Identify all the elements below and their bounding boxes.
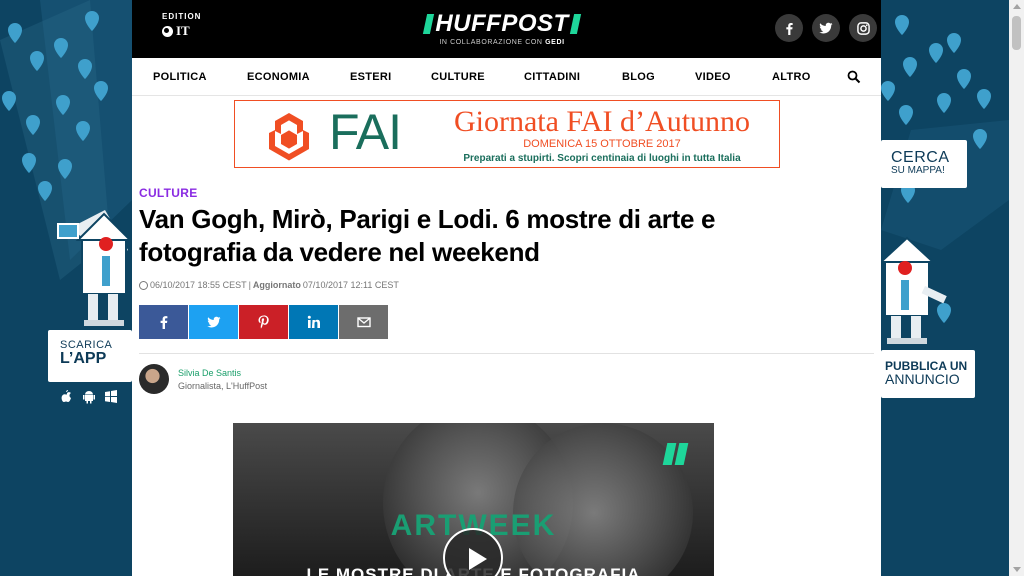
windows-icon[interactable]	[104, 390, 118, 404]
author-role: Giornalista, L'HuffPost	[178, 380, 268, 391]
meta-separator: |	[248, 280, 251, 290]
article-headline: Van Gogh, Mirò, Parigi e Lodi. 6 mostre …	[139, 204, 716, 267]
section-kicker[interactable]: CULTURE	[139, 186, 198, 200]
download-app-badge[interactable]: SCARICA L’APP	[48, 330, 132, 382]
article-meta: 06/10/2017 18:55 CEST | Aggiornato 07/10…	[139, 280, 399, 290]
left-skin-ad[interactable]: SCARICA L’APP	[0, 0, 132, 576]
video-player[interactable]: ARTWEEK LE MOSTRE DI ARTE E FOTOGRAFIA	[233, 423, 714, 576]
share-twitter-button[interactable]	[189, 305, 238, 339]
right-skin-ad[interactable]: CERCA SU MAPPA! PUBBLICA UN ANNUNCIO	[881, 0, 1009, 576]
search-map-line2: SU MAPPA!	[891, 165, 945, 176]
article-divider	[139, 353, 874, 354]
os-icons	[60, 390, 118, 404]
huffpost-logo[interactable]: HUFFPOST IN COLLABORAZIONE CON GEDI	[409, 10, 595, 46]
apple-icon[interactable]	[60, 390, 74, 404]
nav-item-blog[interactable]: BLOG	[622, 71, 695, 83]
fai-logo-icon	[269, 113, 309, 161]
right-skin-background	[881, 15, 1009, 344]
edition-selector[interactable]: EDITION IT	[162, 12, 201, 39]
search-map-badge[interactable]: CERCA SU MAPPA!	[881, 140, 967, 188]
logo-bar-right	[569, 14, 581, 34]
published-date: 06/10/2017 18:55 CEST	[150, 280, 247, 290]
author-avatar[interactable]	[139, 364, 169, 394]
edition-code: IT	[176, 23, 190, 38]
ad-date: DOMENICA 15 OTTOBRE 2017	[523, 138, 681, 150]
publish-ad-line2: ANNUNCIO	[885, 371, 960, 387]
globe-icon	[162, 25, 173, 37]
logo-text: HUFFPOST	[435, 10, 569, 37]
updated-label: Aggiornato	[252, 280, 301, 290]
robot-illustration-right	[881, 236, 947, 344]
logo-bar-left	[423, 14, 435, 34]
logo-subtitle-prefix: IN COLLABORAZIONE CON	[439, 39, 543, 46]
publish-ad-badge[interactable]: PUBBLICA UN ANNUNCIO	[881, 350, 975, 398]
share-email-button[interactable]	[339, 305, 388, 339]
edition-value: IT	[162, 23, 201, 39]
logo-subtitle-brand: GEDI	[545, 39, 565, 46]
main-nav: POLITICA ECONOMIA ESTERI CULTURE CITTADI…	[132, 58, 881, 96]
android-icon[interactable]	[82, 390, 96, 404]
main-column: EDITION IT HUFFPOST IN COLLABORAZIONE CO…	[132, 0, 881, 576]
fai-wordmark: FAI	[329, 104, 402, 160]
scroll-down-arrow-icon[interactable]	[1013, 567, 1021, 572]
download-app-line2: L’APP	[60, 350, 107, 367]
share-linkedin-button[interactable]	[289, 305, 338, 339]
twitter-icon[interactable]	[812, 14, 840, 42]
ad-title: Giornata FAI d’Autunno	[453, 105, 751, 138]
share-facebook-button[interactable]	[139, 305, 188, 339]
author-byline: Silvia De Santis Giornalista, L'HuffPost	[139, 364, 267, 394]
search-icon[interactable]	[847, 70, 861, 84]
page-scrollbar[interactable]	[1009, 0, 1024, 576]
top-bar: EDITION IT HUFFPOST IN COLLABORAZIONE CO…	[132, 0, 881, 58]
huffpost-video-logo	[662, 443, 689, 465]
nav-item-cittadini[interactable]: CITTADINI	[524, 71, 622, 83]
nav-item-economia[interactable]: ECONOMIA	[247, 71, 350, 83]
nav-item-altro[interactable]: ALTRO	[772, 71, 832, 83]
clock-icon	[139, 280, 148, 290]
scrollbar-thumb[interactable]	[1012, 16, 1021, 50]
scroll-up-arrow-icon[interactable]	[1013, 4, 1021, 9]
logo-subtitle: IN COLLABORAZIONE CON GEDI	[409, 39, 595, 46]
share-bar	[139, 305, 388, 339]
left-skin-background	[0, 0, 132, 326]
updated-date: 07/10/2017 12:11 CEST	[302, 280, 399, 290]
search-map-line1: CERCA	[891, 149, 950, 166]
author-name[interactable]: Silvia De Santis	[178, 368, 267, 378]
edition-label: EDITION	[162, 12, 202, 21]
instagram-icon[interactable]	[849, 14, 877, 42]
facebook-icon[interactable]	[775, 14, 803, 42]
nav-item-politica[interactable]: POLITICA	[153, 71, 247, 83]
social-links	[775, 14, 877, 42]
nav-item-esteri[interactable]: ESTERI	[350, 71, 431, 83]
ad-tagline: Preparati a stupirti. Scopri centinaia d…	[463, 153, 741, 164]
fai-banner-ad[interactable]: FAI Giornata FAI d’Autunno DOMENICA 15 O…	[234, 100, 780, 168]
nav-item-culture[interactable]: CULTURE	[431, 71, 524, 83]
share-pinterest-button[interactable]	[239, 305, 288, 339]
nav-item-video[interactable]: VIDEO	[695, 71, 772, 83]
